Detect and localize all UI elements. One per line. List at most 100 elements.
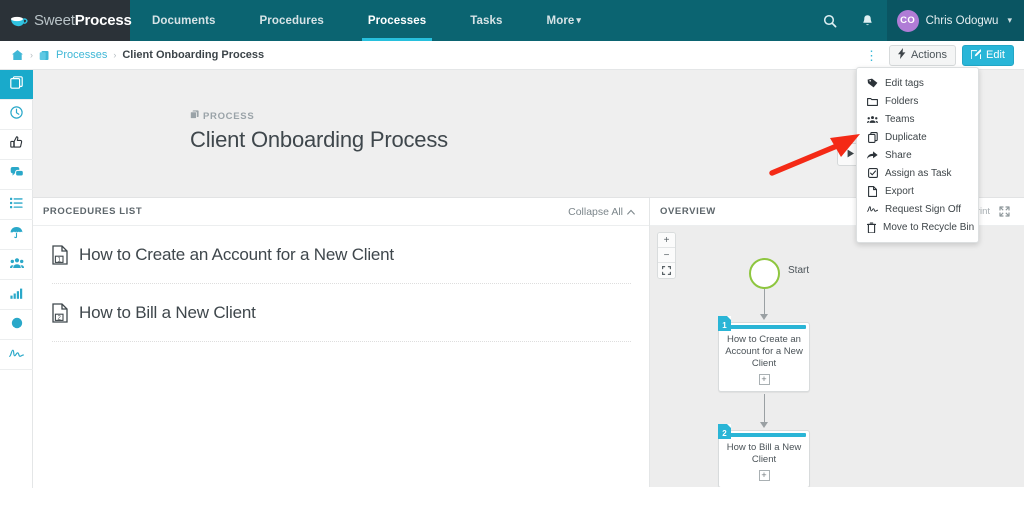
thumbs-up-icon <box>10 135 23 154</box>
search-icon[interactable] <box>811 0 849 41</box>
procedures-panel-header: PROCEDURES LIST Collapse All <box>33 198 649 226</box>
breadcrumb-separator: › <box>113 50 117 60</box>
zoom-out-button[interactable]: − <box>658 248 675 263</box>
edit-label: Edit <box>986 49 1005 61</box>
top-navigation-bar: SweetProcess Documents Procedures Proces… <box>0 0 1024 41</box>
zoom-in-button[interactable]: + <box>658 233 675 248</box>
app-window: SweetProcess Documents Procedures Proces… <box>0 0 1024 516</box>
trash-icon <box>867 221 876 233</box>
tag-icon <box>867 78 878 88</box>
menu-item-move-to-recycle-bin[interactable]: Move to Recycle Bin <box>857 218 978 236</box>
flow-connector <box>764 394 765 424</box>
nav-item-documents[interactable]: Documents <box>130 0 238 41</box>
flow-node-expand-button[interactable]: + <box>758 374 770 385</box>
breadcrumb: › Processes › Client Onboarding Process <box>11 49 264 61</box>
flow-start-label: Start <box>788 265 810 276</box>
flow-node-badge: 2 <box>718 424 731 439</box>
process-flowchart[interactable]: + − Start 1 How to Create an Account for… <box>650 226 1024 487</box>
document-numbered-icon: 2 <box>52 302 68 323</box>
checklist-icon <box>10 196 23 214</box>
menu-item-request-sign-off[interactable]: Request Sign Off <box>857 200 978 218</box>
menu-item-folders[interactable]: Folders <box>857 92 978 110</box>
copy-icon <box>867 131 878 143</box>
fit-screen-icon[interactable] <box>658 263 675 278</box>
bar-chart-icon <box>10 286 23 304</box>
flow-connector <box>764 289 765 316</box>
breadcrumb-link-processes[interactable]: Processes <box>56 49 107 61</box>
folder-icon <box>39 50 50 61</box>
bell-icon[interactable] <box>849 0 887 41</box>
umbrella-icon <box>10 226 23 244</box>
rail-item-reports[interactable] <box>0 280 33 310</box>
nav-label: Documents <box>152 14 216 27</box>
procedure-name: How to Bill a New Client <box>79 302 256 322</box>
signature-icon <box>867 205 878 214</box>
rail-item-signature[interactable] <box>0 340 33 370</box>
expand-icon[interactable] <box>999 206 1010 217</box>
rail-item-umbrella[interactable] <box>0 220 33 250</box>
top-nav-right: CO Chris Odogwu ▾ <box>811 0 1024 41</box>
pencil-square-icon <box>971 48 982 62</box>
chat-bubbles-icon <box>10 166 24 184</box>
nav-label: Procedures <box>259 14 324 27</box>
home-icon[interactable] <box>11 49 24 61</box>
nav-label: More <box>546 14 575 27</box>
menu-item-edit-tags[interactable]: Edit tags <box>857 74 978 92</box>
rail-item-teams[interactable] <box>0 250 33 280</box>
rail-item-thumbs-up[interactable] <box>0 130 33 160</box>
menu-item-share[interactable]: Share <box>857 146 978 164</box>
nav-item-procedures[interactable]: Procedures <box>238 0 346 41</box>
nav-label: Tasks <box>470 14 503 27</box>
rail-item-checklist[interactable] <box>0 190 33 220</box>
rail-item-circle[interactable] <box>0 310 33 340</box>
menu-item-label: Export <box>885 185 914 197</box>
brand-logo[interactable]: SweetProcess <box>0 0 132 41</box>
kebab-menu-icon[interactable]: ⋮ <box>860 49 883 62</box>
flow-node-1[interactable]: 1 How to Create an Account for a New Cli… <box>718 316 810 392</box>
menu-item-assign-as-task[interactable]: Assign as Task <box>857 164 978 182</box>
nav-item-tasks[interactable]: Tasks <box>448 0 524 41</box>
procedures-panel-title: PROCEDURES LIST <box>43 206 143 217</box>
user-menu[interactable]: CO Chris Odogwu ▾ <box>886 0 1024 41</box>
flow-arrowhead <box>760 422 768 428</box>
user-name: Chris Odogwu <box>925 14 999 27</box>
nav-item-processes[interactable]: Processes <box>346 0 448 41</box>
edit-button[interactable]: Edit <box>962 44 1014 66</box>
menu-item-export[interactable]: Export <box>857 182 978 200</box>
rail-item-clock[interactable] <box>0 100 33 130</box>
flow-node-label: How to Create an Account for a New Clien… <box>725 334 803 369</box>
flow-node-label: How to Bill a New Client <box>726 442 802 465</box>
nav-item-more[interactable]: More ▾ <box>525 0 604 41</box>
breadcrumb-separator: › <box>30 50 33 60</box>
nav-label: Processes <box>367 14 427 27</box>
list-item[interactable]: 1 How to Create an Account for a New Cli… <box>52 226 631 284</box>
flow-node-2[interactable]: 2 How to Bill a New Client + <box>718 424 810 487</box>
rail-item-documents[interactable] <box>0 70 33 100</box>
flow-node-expand-button[interactable]: + <box>758 470 770 481</box>
collapse-all-button[interactable]: Collapse All <box>568 206 635 218</box>
actions-button[interactable]: Actions <box>888 44 957 66</box>
breadcrumb-current: Client Onboarding Process <box>122 49 265 61</box>
procedures-list: 1 How to Create an Account for a New Cli… <box>33 226 649 342</box>
left-icon-rail <box>0 70 33 488</box>
breadcrumb-actions: ⋮ Actions Edit <box>860 44 1014 66</box>
signature-icon <box>9 346 24 364</box>
breadcrumb-bar: › Processes › Client Onboarding Process … <box>0 41 1024 70</box>
menu-item-label: Folders <box>885 95 919 107</box>
teams-icon <box>867 115 878 124</box>
actions-dropdown-menu: Edit tags Folders Teams Duplicate Share <box>856 67 979 243</box>
menu-item-label: Edit tags <box>885 77 924 89</box>
rail-item-chat[interactable] <box>0 160 33 190</box>
actions-label: Actions <box>910 49 948 61</box>
menu-item-teams[interactable]: Teams <box>857 110 978 128</box>
flow-node-start[interactable] <box>749 258 780 289</box>
chevron-up-icon <box>627 206 635 218</box>
flow-arrowhead <box>760 314 768 320</box>
menu-item-duplicate[interactable]: Duplicate <box>857 128 978 146</box>
lightning-icon <box>897 48 906 62</box>
flow-node-badge: 1 <box>718 316 731 331</box>
list-item[interactable]: 2 How to Bill a New Client <box>52 284 631 342</box>
documents-icon <box>10 75 23 94</box>
primary-nav-items: Documents Procedures Processes Tasks Mor… <box>130 0 603 41</box>
procedures-panel-header-actions: Collapse All <box>568 206 635 218</box>
